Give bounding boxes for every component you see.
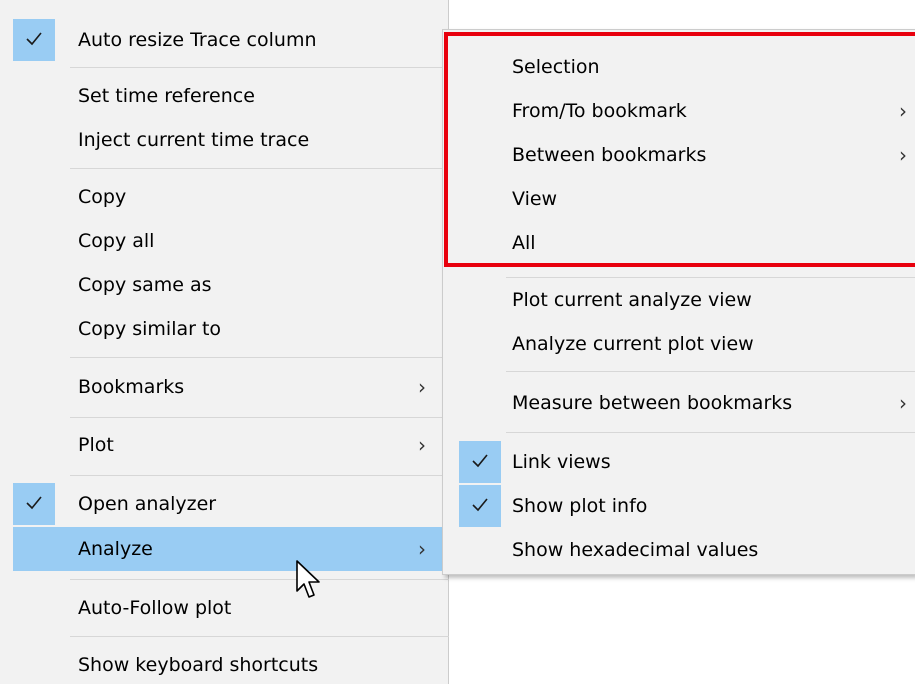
chevron-right-icon: › [418,433,426,457]
menu-separator [70,417,449,418]
menu-item-label: Open analyzer [78,493,217,515]
menu-item-label: Bookmarks [78,376,185,398]
chevron-right-icon: › [418,375,426,399]
menu-item-label: Show hexadecimal values [512,539,759,561]
menu-item-label: Auto resize Trace column [78,29,317,51]
menu-item-auto-resize-trace-column[interactable]: Auto resize Trace column [0,18,448,62]
context-menu: Auto resize Trace column Set time refere… [0,0,449,684]
menu-item-auto-follow-plot[interactable]: Auto-Follow plot [0,586,448,630]
submenu-item-view[interactable]: View [443,177,915,221]
submenu-item-link-views[interactable]: Link views [443,440,915,484]
menu-item-label: Copy all [78,230,155,252]
menu-item-set-time-reference[interactable]: Set time reference [0,74,448,118]
submenu-item-from-to-bookmark[interactable]: From/To bookmark › [443,89,915,133]
checkmark-icon [13,19,55,61]
menu-item-label: Analyze [78,538,153,560]
menu-separator [70,67,449,68]
menu-item-label: Analyze current plot view [512,333,754,355]
menu-item-label: Plot current analyze view [512,289,752,311]
submenu-item-analyze-current-plot-view[interactable]: Analyze current plot view [443,322,915,366]
submenu-item-all[interactable]: All [443,221,915,265]
menu-item-copy-all[interactable]: Copy all [0,219,448,263]
menu-item-label: Show plot info [512,495,648,517]
menu-item-label: Copy [78,186,127,208]
mouse-cursor-icon [295,559,325,603]
menu-separator [70,357,449,358]
menu-item-label: Selection [512,56,600,78]
chevron-right-icon: › [899,99,907,123]
menu-item-open-analyzer[interactable]: Open analyzer [0,482,448,526]
menu-item-label: Inject current time trace [78,129,310,151]
chevron-right-icon: › [899,143,907,167]
menu-item-label: Plot [78,434,114,456]
submenu-item-selection[interactable]: Selection [443,45,915,89]
menu-item-copy[interactable]: Copy [0,175,448,219]
checkmark-icon [459,441,501,483]
menu-item-bookmarks[interactable]: Bookmarks › [0,365,448,409]
analyze-submenu: Selection From/To bookmark › Between boo… [442,29,915,575]
menu-item-label: Link views [512,451,611,473]
submenu-item-measure-between-bookmarks[interactable]: Measure between bookmarks › [443,381,915,425]
menu-separator [70,579,449,580]
menu-item-plot[interactable]: Plot › [0,423,448,467]
menu-item-label: Copy similar to [78,318,222,340]
menu-item-label: All [512,232,536,254]
menu-separator [506,432,915,433]
menu-item-label: Measure between bookmarks [512,392,793,414]
menu-separator [70,636,449,637]
menu-item-copy-same-as[interactable]: Copy same as [0,263,448,307]
submenu-item-plot-current-analyze-view[interactable]: Plot current analyze view [443,278,915,322]
menu-item-show-keyboard-shortcuts[interactable]: Show keyboard shortcuts [0,643,448,687]
menu-separator [70,475,449,476]
submenu-item-show-plot-info[interactable]: Show plot info [443,484,915,528]
menu-item-label: Between bookmarks [512,144,707,166]
menu-separator [506,371,915,372]
menu-item-label: From/To bookmark [512,100,687,122]
menu-item-label: View [512,188,558,210]
menu-item-inject-current-time-trace[interactable]: Inject current time trace [0,118,448,162]
menu-item-copy-similar-to[interactable]: Copy similar to [0,307,448,351]
menu-item-label: Show keyboard shortcuts [78,654,319,676]
menu-item-label: Copy same as [78,274,212,296]
submenu-item-between-bookmarks[interactable]: Between bookmarks › [443,133,915,177]
checkmark-icon [13,483,55,525]
menu-item-label: Set time reference [78,85,255,107]
checkmark-icon [459,485,501,527]
chevron-right-icon: › [899,391,907,415]
chevron-right-icon: › [418,537,426,561]
menu-separator [70,168,449,169]
menu-item-label: Auto-Follow plot [78,597,232,619]
menu-item-analyze[interactable]: Analyze › [13,527,448,571]
submenu-item-show-hexadecimal-values[interactable]: Show hexadecimal values [443,528,915,572]
